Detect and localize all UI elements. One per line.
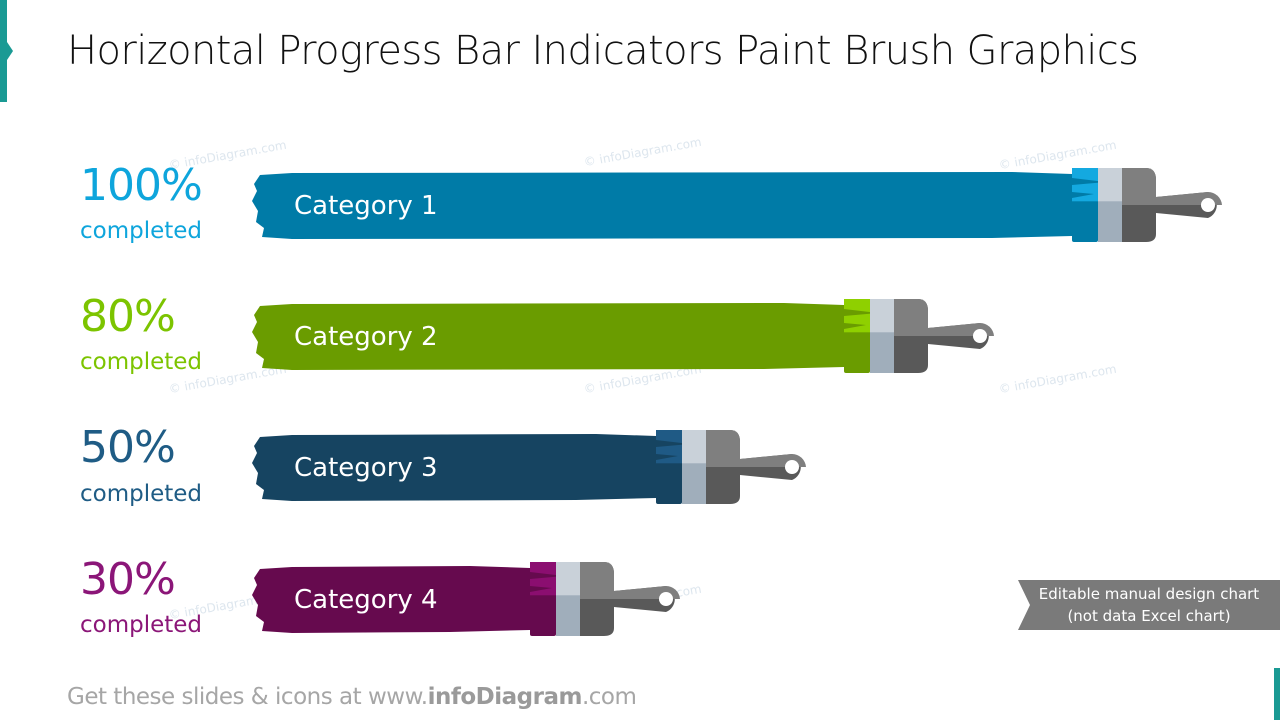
brush-ferrule-highlight [1098, 168, 1122, 202]
brush-bar-4: Category 4 [252, 562, 680, 636]
brush-ferrule-highlight [870, 299, 894, 333]
footer-suffix: .com [581, 684, 637, 710]
note-line-1: Editable manual design chart [1038, 585, 1260, 603]
brush-handle-block-highlight [580, 562, 614, 599]
brush-handle-block-highlight [1122, 168, 1156, 205]
brush-bar-3: Category 3 [252, 430, 806, 504]
category-label: Category 2 [294, 322, 438, 352]
brush-handle-block-highlight [706, 430, 740, 467]
brush-handle-block-highlight [894, 299, 928, 336]
category-label: Category 3 [294, 453, 438, 483]
brush-handle-hole [973, 329, 987, 343]
editable-chart-note: Editable manual design chart (not data E… [1018, 580, 1280, 630]
brush-bar-1: Category 1 [252, 168, 1222, 242]
footer-prefix: Get these slides & icons at www. [67, 684, 428, 710]
category-label: Category 1 [294, 191, 438, 221]
category-label: Category 4 [294, 585, 438, 615]
footer-credit: Get these slides & icons at www.infoDiag… [67, 684, 637, 710]
brush-handle-hole [785, 460, 799, 474]
note-line-2: (not data Excel chart) [1067, 607, 1231, 625]
brush-ferrule-highlight [556, 562, 580, 596]
brush-handle-hole [659, 592, 673, 606]
brush-handle-hole [1201, 198, 1215, 212]
accent-bar-right [1274, 668, 1280, 720]
brush-bar-2: Category 2 [252, 299, 994, 373]
brush-ferrule-highlight [682, 430, 706, 464]
footer-brand: infoDiagram [427, 684, 583, 710]
